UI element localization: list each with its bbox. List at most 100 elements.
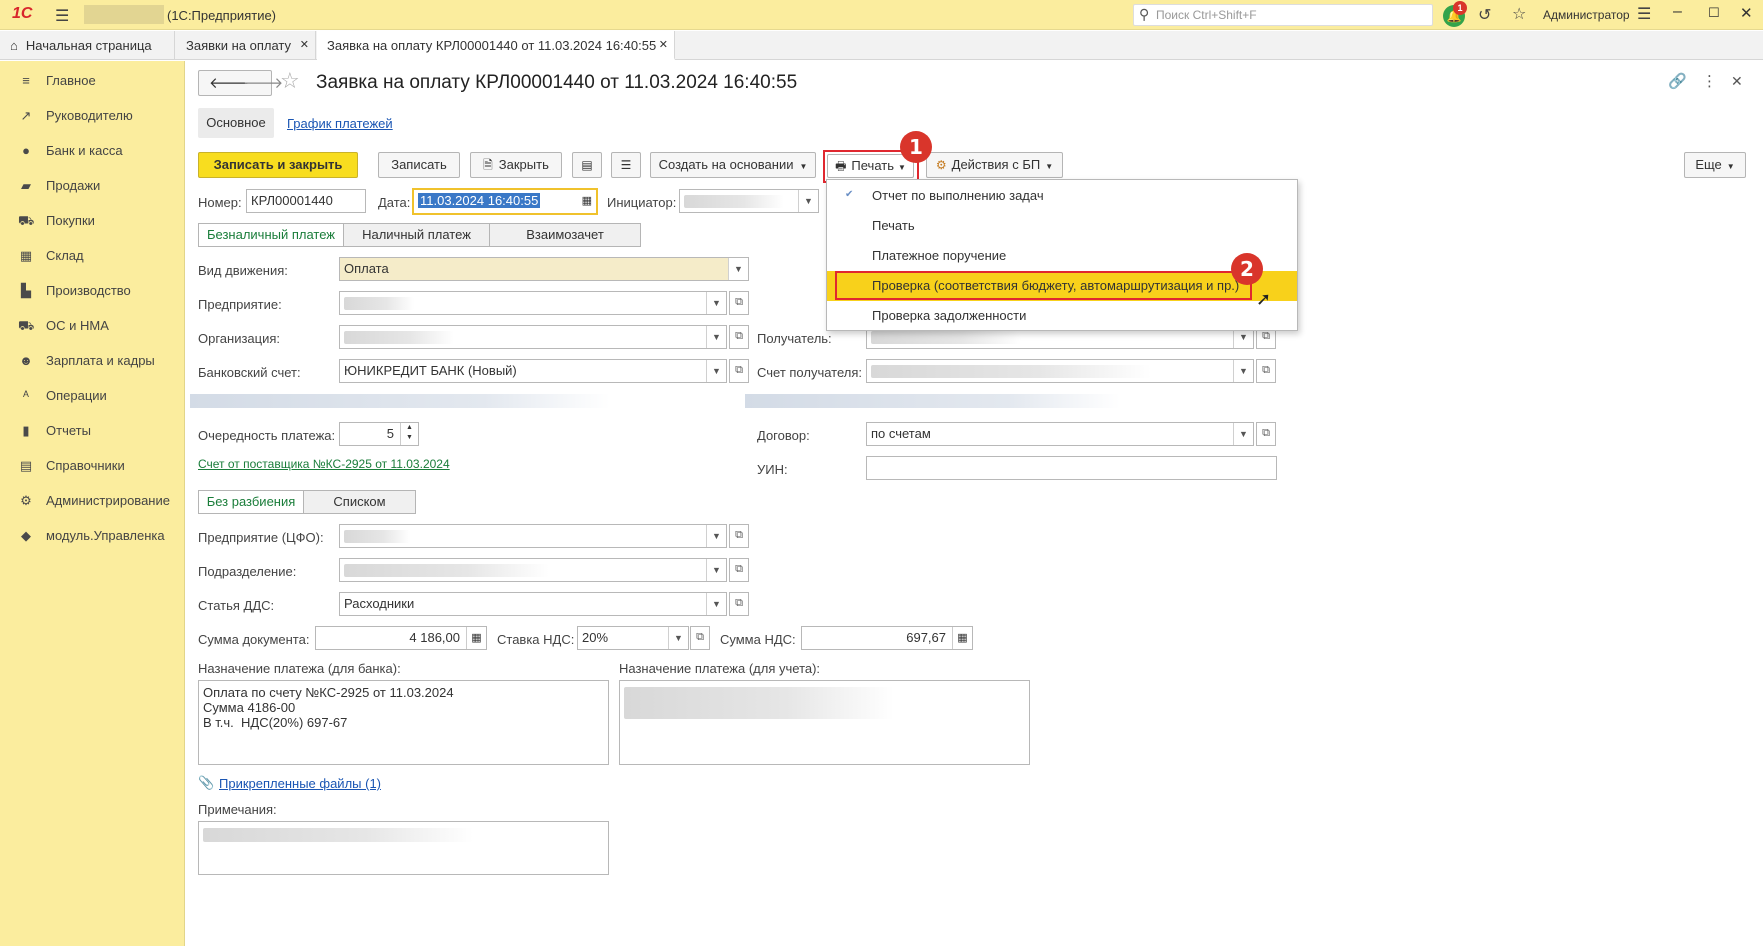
stepper-icon[interactable]: ▲ ▼	[400, 423, 418, 445]
maximize-icon[interactable]: ☐	[1708, 5, 1720, 21]
dropdown-arrow-icon[interactable]: ▼	[1233, 360, 1253, 382]
doc-sum-field[interactable]: 4 186,00 ▦	[315, 626, 487, 650]
uin-field[interactable]	[866, 456, 1277, 480]
forward-arrow-icon[interactable]: 🡒	[243, 73, 283, 92]
sidebar-item[interactable]: ≡ Главное	[0, 64, 185, 98]
open-link-icon[interactable]: ⧉	[729, 592, 749, 616]
tab-payment-requests[interactable]: Заявки на оплату ✕	[176, 31, 316, 60]
movement-field[interactable]: Оплата ▼	[339, 257, 749, 281]
split-mode-none[interactable]: Без разбиения	[198, 490, 304, 514]
save-and-close-button[interactable]: Записать и закрыть	[198, 152, 358, 178]
division-field[interactable]: ▼	[339, 558, 727, 582]
payment-type-offset[interactable]: Взаимозачет	[489, 223, 641, 247]
split-mode-list[interactable]: Списком	[303, 490, 416, 514]
print-menu-item[interactable]: Отчет по выполнению задач	[827, 181, 1297, 211]
more-vertical-icon[interactable]: ⋮	[1702, 72, 1717, 90]
calculator-icon[interactable]: ▦	[952, 627, 972, 649]
date-field[interactable]: 11.03.2024 16:40:55 ▦	[412, 188, 598, 215]
payment-type-noncash[interactable]: Безналичный платеж	[198, 223, 344, 247]
close-window-icon[interactable]: ✕	[1740, 4, 1753, 22]
organization-field[interactable]: ▼	[339, 325, 727, 349]
close-tab-icon[interactable]: ✕	[300, 31, 309, 60]
open-link-icon[interactable]: ⧉	[729, 291, 749, 315]
dropdown-arrow-icon[interactable]: ▼	[706, 593, 726, 615]
sidebar-item[interactable]: ᴬ Операции	[0, 379, 185, 413]
sidebar-item[interactable]: ▦ Склад	[0, 239, 185, 273]
sidebar-item[interactable]: ▰ Продажи	[0, 169, 185, 203]
subtab-main[interactable]: Основное	[198, 108, 274, 138]
close-tab-icon[interactable]: ✕	[659, 31, 668, 60]
minimize-icon[interactable]: –	[1673, 3, 1682, 21]
more-button[interactable]: Еще ▼	[1684, 152, 1746, 178]
calculator-icon[interactable]: ▦	[466, 627, 486, 649]
attachments-link[interactable]: Прикрепленные файлы (1)	[219, 776, 381, 791]
favorites-star-icon[interactable]: ☆	[1512, 4, 1526, 24]
number-field[interactable]: КРЛ00001440	[246, 189, 366, 213]
favorite-star-icon[interactable]: ☆	[280, 68, 300, 94]
sidebar-item[interactable]: ▤ Справочники	[0, 449, 185, 483]
structure-button[interactable]: ☰	[611, 152, 641, 178]
enterprise-field[interactable]: ▼	[339, 291, 727, 315]
open-link-icon[interactable]: ⧉	[1256, 422, 1276, 446]
app-logo[interactable]: 1С	[12, 5, 32, 23]
dropdown-arrow-icon[interactable]: ▼	[706, 525, 726, 547]
settings-menu-icon[interactable]: ☰	[1637, 4, 1651, 24]
sidebar-item[interactable]: ▙ Производство	[0, 274, 185, 308]
search-box[interactable]: ⚲ Поиск Ctrl+Shift+F	[1133, 4, 1433, 26]
open-link-icon[interactable]: ⧉	[1256, 359, 1276, 383]
open-link-icon[interactable]: ⧉	[729, 524, 749, 548]
sidebar-item[interactable]: ⚙ Администрирование	[0, 484, 185, 518]
open-link-icon[interactable]: ⧉	[729, 325, 749, 349]
create-based-on-button[interactable]: Создать на основании ▼	[650, 152, 816, 178]
subtab-payment-schedule[interactable]: График платежей	[287, 116, 393, 131]
priority-field[interactable]: 5 ▲ ▼	[339, 422, 419, 446]
dropdown-arrow-icon[interactable]: ▼	[706, 292, 726, 314]
sidebar-item[interactable]: ☻ Зарплата и кадры	[0, 344, 185, 378]
purpose-bank-textarea[interactable]: Оплата по счету №КС-2925 от 11.03.2024 С…	[198, 680, 609, 765]
dropdown-arrow-icon[interactable]: ▼	[706, 326, 726, 348]
print-menu-item[interactable]: Проверка задолженности	[827, 301, 1297, 331]
hamburger-icon[interactable]: ☰	[55, 6, 69, 26]
sidebar-item[interactable]: ◆ модуль.Управленка	[0, 519, 185, 553]
sidebar-item[interactable]: ● Банк и касса	[0, 134, 185, 168]
initiator-field[interactable]: ▼	[679, 189, 819, 213]
dropdown-arrow-icon[interactable]: ▼	[1233, 423, 1253, 445]
sidebar-item[interactable]: ↗ Руководителю	[0, 99, 185, 133]
purpose-acc-textarea[interactable]	[619, 680, 1030, 765]
vat-sum-field[interactable]: 697,67 ▦	[801, 626, 973, 650]
sidebar-item[interactable]: ⛟ Покупки	[0, 204, 185, 238]
postings-button[interactable]: ▤	[572, 152, 602, 178]
vat-rate-field[interactable]: 20% ▼	[577, 626, 689, 650]
tab-home[interactable]: ⌂ Начальная страница	[0, 31, 175, 60]
recipient-account-field[interactable]: ▼	[866, 359, 1254, 383]
supplier-invoice-link[interactable]: Счет от поставщика №КС-2925 от 11.03.202…	[198, 457, 450, 471]
cfo-field[interactable]: ▼	[339, 524, 727, 548]
dropdown-arrow-icon[interactable]: ▼	[728, 258, 748, 280]
open-link-icon[interactable]: ⧉	[729, 359, 749, 383]
bp-actions-button[interactable]: ⚙ Действия с БП ▼	[926, 152, 1063, 178]
history-icon[interactable]: ↺	[1478, 5, 1491, 25]
dropdown-arrow-icon[interactable]: ▼	[668, 627, 688, 649]
open-link-icon[interactable]: ⧉	[729, 558, 749, 582]
payment-type-cash[interactable]: Наличный платеж	[343, 223, 490, 247]
tab-payment-request-doc[interactable]: Заявка на оплату КРЛ00001440 от 11.03.20…	[317, 31, 675, 60]
notes-textarea[interactable]	[198, 821, 609, 875]
sidebar-item[interactable]: ⛟ ОС и НМА	[0, 309, 185, 343]
open-link-icon[interactable]: ⧉	[690, 626, 710, 650]
dropdown-arrow-icon[interactable]: ▼	[706, 360, 726, 382]
dds-field[interactable]: Расходники ▼	[339, 592, 727, 616]
close-button[interactable]: 🗎 Закрыть	[470, 152, 562, 178]
close-form-icon[interactable]: ✕	[1731, 73, 1743, 90]
bank-account-field[interactable]: ЮНИКРЕДИТ БАНК (Новый) ▼	[339, 359, 727, 383]
link-icon[interactable]: 🔗	[1668, 72, 1687, 90]
dropdown-arrow-icon[interactable]: ▼	[798, 190, 818, 212]
contract-field[interactable]: по счетам ▼	[866, 422, 1254, 446]
sidebar-item[interactable]: ▮ Отчеты	[0, 414, 185, 448]
notification-count-badge: 1	[1453, 1, 1467, 15]
print-menu-item[interactable]: Печать	[827, 211, 1297, 241]
user-name[interactable]: Администратор	[1543, 8, 1630, 22]
save-button[interactable]: Записать	[378, 152, 460, 178]
dropdown-arrow-icon[interactable]: ▼	[706, 559, 726, 581]
calendar-icon[interactable]: ▦	[582, 190, 592, 212]
print-menu-item[interactable]: Платежное поручение	[827, 241, 1297, 271]
